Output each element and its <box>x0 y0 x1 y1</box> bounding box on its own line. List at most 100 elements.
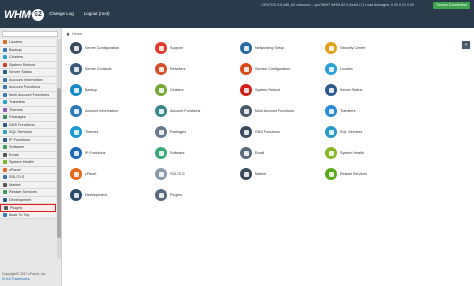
sidebar-scroll-thumb[interactable] <box>57 88 61 238</box>
sidebar-item-label: Multi Account Functions <box>9 92 50 97</box>
tile-cpanel[interactable]: cPanel <box>70 166 155 182</box>
sidebar-item-icon <box>3 197 7 202</box>
tile-account-functions[interactable]: Account Functions <box>155 103 240 119</box>
power-icon <box>240 84 252 96</box>
sidebar-item-system-health[interactable]: System Health <box>0 159 56 167</box>
tile-label: Support <box>170 46 183 50</box>
sidebar-item-label: SSL/TLS <box>9 175 25 180</box>
sidebar-item-dns-functions[interactable]: DNS Functions <box>0 121 56 129</box>
sidebar-item-label: Backup <box>9 47 22 52</box>
tile-system-reboot[interactable]: System Reboot <box>240 82 325 98</box>
tile-email[interactable]: Email <box>240 145 325 161</box>
logout-link[interactable]: Logout (root) <box>84 11 110 16</box>
tile-plugins[interactable]: Plugins <box>155 187 240 203</box>
tile-backup[interactable]: Backup <box>70 82 155 98</box>
tile-label: Restart Services <box>340 172 368 176</box>
top-nav: News Change Log Logout (root) <box>28 11 110 16</box>
tile-restart-services[interactable]: Restart Services <box>325 166 410 182</box>
sidebar-item-label: Clusters <box>9 55 23 60</box>
clusters-icon <box>155 84 167 96</box>
sidebar-item-icon <box>3 70 7 75</box>
tile-label: Backup <box>85 88 98 92</box>
tile-networking-setup[interactable]: Networking Setup <box>240 40 325 56</box>
tile-label: Service Configuration <box>255 67 291 71</box>
tile-server-contacts[interactable]: Server Contacts <box>70 61 155 77</box>
tile-server-configuration[interactable]: Server Configuration <box>70 40 155 56</box>
tile-resellers[interactable]: Resellers <box>155 61 240 77</box>
footer-links[interactable]: EULA Trademarks <box>2 277 30 281</box>
resellers-icon <box>155 63 167 75</box>
tile-dns-functions[interactable]: DNS Functions <box>240 124 325 140</box>
lock-icon <box>325 42 337 54</box>
sidebar-item-back-to-top[interactable]: Back To Top <box>0 211 56 219</box>
sidebar-footer: Copyright© 2017 cPanel, Inc. EULA Tradem… <box>2 272 60 282</box>
sidebar-item-icon <box>3 160 7 165</box>
sidebar-item-locales[interactable]: Locales <box>0 39 56 47</box>
sidebar-item-icon <box>4 205 8 210</box>
sidebar-item-label: Back To Top <box>9 212 30 217</box>
tile-label: Networking Setup <box>255 46 285 50</box>
sidebar-search-input[interactable] <box>2 31 58 37</box>
sidebar: Locales Backup Clusters System Reboot Server… <box>0 28 62 286</box>
breadcrumb-home[interactable]: Home <box>72 32 82 36</box>
sidebar-item-server-status[interactable]: Server Status <box>0 69 56 77</box>
packages-icon <box>155 126 167 138</box>
sidebar-item-backup[interactable]: Backup <box>0 46 56 54</box>
sidebar-item-ip-functions[interactable]: IP Functions <box>0 136 56 144</box>
tile-market[interactable]: Market <box>240 166 325 182</box>
tile-ip-functions[interactable]: IP Functions <box>70 145 155 161</box>
sidebar-item-cpanel[interactable]: cPanel <box>0 166 56 174</box>
tile-ssl-tls[interactable]: SSL/TLS <box>155 166 240 182</box>
sidebar-item-market[interactable]: Market <box>0 181 56 189</box>
sidebar-item-account-functions[interactable]: Account Functions <box>0 84 56 92</box>
sidebar-item-plugins[interactable]: Plugins <box>0 204 56 212</box>
tile-packages[interactable]: Packages <box>155 124 240 140</box>
change-log-link[interactable]: Change Log <box>49 11 74 16</box>
sidebar-item-icon <box>3 47 7 52</box>
sidebar-item-development[interactable]: Development <box>0 196 56 204</box>
sidebar-item-ssl-tls[interactable]: SSL/TLS <box>0 174 56 182</box>
tile-support[interactable]: Support <box>155 40 240 56</box>
tile-locales[interactable]: Locales <box>325 61 410 77</box>
tile-clusters[interactable]: Clusters <box>155 82 240 98</box>
sidebar-item-multi-account-functions[interactable]: Multi Account Functions <box>0 91 56 99</box>
tile-development[interactable]: Development <box>70 187 155 203</box>
sidebar-item-software[interactable]: Software <box>0 144 56 152</box>
tile-label: Software <box>170 151 185 155</box>
sidebar-item-themes[interactable]: Themes <box>0 106 56 114</box>
tile-service-configuration[interactable]: Service Configuration <box>240 61 325 77</box>
restart-icon <box>325 168 337 180</box>
tile-label: Server Contacts <box>85 67 112 71</box>
tile-sql-services[interactable]: SQL Services <box>325 124 410 140</box>
sidebar-item-email[interactable]: Email <box>0 151 56 159</box>
sidebar-item-account-information[interactable]: Account Information <box>0 76 56 84</box>
tile-label: IP Functions <box>85 151 106 155</box>
tile-themes[interactable]: Themes <box>70 124 155 140</box>
breadcrumb: Home <box>66 30 82 38</box>
tile-multi-account-functions[interactable]: Multi Account Functions <box>240 103 325 119</box>
tile-transfers[interactable]: Transfers <box>325 103 410 119</box>
sidebar-item-packages[interactable]: Packages <box>0 114 56 122</box>
sidebar-item-icon <box>3 145 7 150</box>
news-link[interactable]: News <box>28 11 39 16</box>
sidebar-item-sql-services[interactable]: SQL Services <box>0 129 56 137</box>
tile-label: cPanel <box>85 172 97 176</box>
tile-label: Development <box>85 193 107 197</box>
sidebar-item-icon <box>3 130 7 135</box>
tile-software[interactable]: Software <box>155 145 240 161</box>
sidebar-item-restart-services[interactable]: Restart Services <box>0 189 56 197</box>
tile-system-health[interactable]: System Health <box>325 145 410 161</box>
tile-label: SQL Services <box>340 130 363 134</box>
sql-icon <box>325 126 337 138</box>
tile-account-information[interactable]: Account Information <box>70 103 155 119</box>
home-icon[interactable] <box>66 32 70 36</box>
sidebar-item-icon <box>3 122 7 127</box>
collapse-button[interactable]: « <box>462 41 470 49</box>
sidebar-item-label: System Health <box>9 160 34 165</box>
sidebar-item-transfers[interactable]: Transfers <box>0 99 56 107</box>
sidebar-item-clusters[interactable]: Clusters <box>0 54 56 62</box>
support-icon <box>155 42 167 54</box>
sidebar-item-system-reboot[interactable]: System Reboot <box>0 61 56 69</box>
tile-server-status[interactable]: Server Status <box>325 82 410 98</box>
tile-security-center[interactable]: Security Center <box>325 40 410 56</box>
